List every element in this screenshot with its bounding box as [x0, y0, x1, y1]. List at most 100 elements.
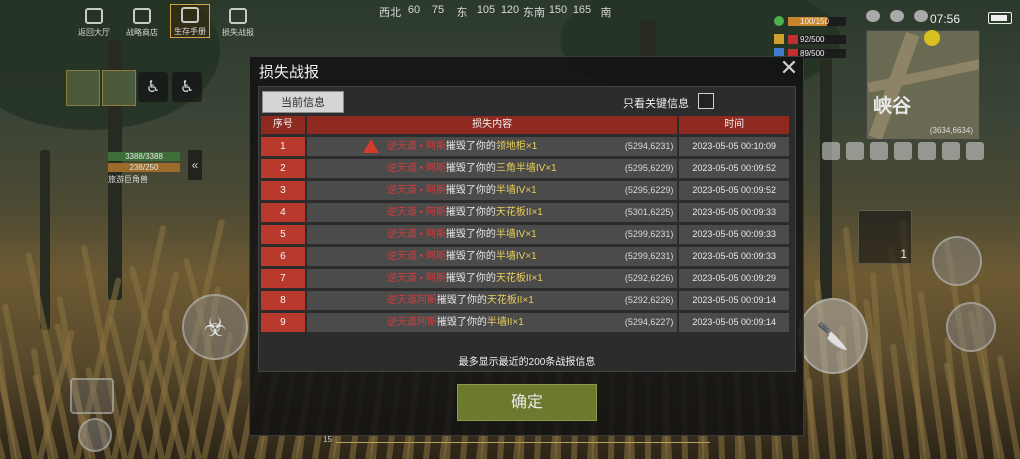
nav-loss-report[interactable]: 损失战报: [218, 4, 258, 38]
compass-mark: 东南: [523, 7, 545, 19]
row-coordinates: (5294,6231): [624, 141, 674, 151]
vehicle-icon[interactable]: [78, 418, 112, 452]
row-coordinates: (5301,6225): [624, 207, 674, 217]
row-content: 逆天道 • 阿斯摧毁了你的半墙IV×1 (5295,6229): [306, 181, 678, 200]
compass-mark: 150: [548, 4, 568, 16]
header-time: 时间: [679, 116, 789, 134]
nav-strategy-shop[interactable]: 战略商店: [122, 4, 162, 38]
row-coordinates: (5292,6226): [624, 295, 674, 305]
gear-icon[interactable]: [966, 142, 984, 160]
status-icon: [866, 10, 880, 22]
compass-mark: 南: [600, 7, 612, 19]
filter-key-info-label: 只看关键信息: [623, 98, 689, 110]
prone-icon[interactable]: [946, 302, 996, 352]
status-icon: [890, 10, 904, 22]
accessibility-icon[interactable]: ♿: [138, 72, 168, 102]
nav-survival-manual[interactable]: 生存手册: [170, 4, 210, 38]
house-icon: [85, 8, 103, 24]
header-no: 序号: [261, 116, 305, 134]
table-row: 6 逆天道 • 阿斯摧毁了你的半墙IV×1 (5299,6231) 2023-05-0…: [261, 247, 791, 266]
flag-icon[interactable]: [870, 142, 888, 160]
minimap[interactable]: 峡谷 (3634,6634): [866, 30, 980, 140]
collapse-button[interactable]: «: [188, 150, 202, 180]
confirm-button[interactable]: 确定: [457, 384, 597, 421]
table-row: 5 逆天道 • 阿斯摧毁了你的半墙IV×1 (5299,6231) 2023-05-0…: [261, 225, 791, 244]
row-coordinates: (5295,6229): [624, 185, 674, 195]
action-text: 摧毁了你的: [445, 163, 496, 174]
knife-icon[interactable]: 🔪: [798, 298, 868, 374]
hp-bar: 3388/3388: [108, 152, 180, 161]
map-road: [867, 59, 979, 93]
tab-current-info[interactable]: 当前信息: [262, 91, 344, 113]
xp-bar: [336, 442, 710, 443]
row-coordinates: (5299,6231): [624, 251, 674, 261]
shop-icon: [133, 8, 151, 24]
chat-icon[interactable]: [894, 142, 912, 160]
row-index: 5: [261, 225, 305, 244]
row-message: 逆天道 • 阿斯摧毁了你的天花板II×1: [387, 203, 543, 222]
compass-bar: 西北 60 75 东 105 120 东南 150 165 南: [378, 4, 618, 20]
quick-controls: [822, 142, 984, 160]
close-icon[interactable]: ✕: [778, 57, 800, 80]
attacker-name: 逆天道 • 阿斯: [386, 185, 446, 196]
settings-icon[interactable]: [822, 142, 840, 160]
nav-label: 返回大厅: [78, 28, 110, 37]
item-name: 半墙IV×1: [495, 229, 537, 240]
compass-mark: 东: [456, 7, 468, 19]
row-message: 逆天道 • 阿斯摧毁了你的半墙IV×1: [387, 225, 537, 244]
table-row: 4 逆天道 • 阿斯摧毁了你的天花板II×1 (5301,6225) 2023-05-…: [261, 203, 791, 222]
action-text: 摧毁了你的: [436, 295, 487, 306]
whistle-icon[interactable]: [70, 378, 114, 414]
compass-mark: 60: [407, 4, 421, 16]
tent-icon[interactable]: [942, 142, 960, 160]
action-text: 摧毁了你的: [445, 251, 496, 262]
warning-icon: [362, 139, 379, 153]
stamina-bar: 238/250: [108, 163, 180, 172]
item-name: 领地柜×1: [495, 141, 538, 152]
pill-icon[interactable]: [846, 142, 864, 160]
avatar[interactable]: [66, 70, 100, 106]
nav-return-lobby[interactable]: 返回大厅: [74, 4, 114, 38]
row-content: 逆天道 • 阿斯摧毁了你的半墙IV×1 (5299,6231): [306, 225, 678, 244]
weapon-count: 1: [900, 247, 907, 261]
row-time: 2023-05-05 00:09:33: [679, 225, 789, 244]
action-text: 摧毁了你的: [445, 141, 496, 152]
compass-mark: 105: [476, 4, 496, 16]
nav-label: 损失战报: [222, 28, 254, 37]
item-name: 天花板II×1: [495, 207, 543, 218]
crouch-icon[interactable]: [932, 236, 982, 286]
vehicle-icon[interactable]: [918, 142, 936, 160]
row-index: 1: [261, 137, 305, 156]
attacker-name: 逆天道 • 阿斯: [386, 229, 446, 240]
row-time: 2023-05-05 00:09:14: [679, 291, 789, 310]
table-row: 9 逆天道阿斯摧毁了你的半墙II×1 (5294,6227) 2023-05-05 0…: [261, 313, 791, 332]
weapon-slot[interactable]: 1: [858, 210, 912, 264]
row-content: 逆天道 • 阿斯摧毁了你的领地柜×1 (5294,6231): [306, 137, 678, 156]
status-icons: [866, 10, 928, 22]
water-stat: 92/500: [774, 34, 846, 44]
row-message: 逆天道 • 阿斯摧毁了你的三角半墙IV×1: [387, 159, 557, 178]
tree-trunk: [820, 60, 832, 300]
row-index: 9: [261, 313, 305, 332]
radiation-icon: [924, 30, 940, 46]
filter-key-info-checkbox[interactable]: [698, 93, 714, 109]
action-text: 摧毁了你的: [445, 273, 496, 284]
accessibility-icon[interactable]: ♿: [172, 72, 202, 102]
book-icon: [181, 7, 199, 23]
row-message: 逆天道 • 阿斯摧毁了你的半墙IV×1: [387, 181, 537, 200]
player-name: 旅游巨角兽: [108, 175, 148, 184]
map-region-label: 峡谷: [873, 96, 912, 117]
heart-icon: [774, 16, 784, 26]
action-text: 摧毁了你的: [445, 229, 496, 240]
item-name: 半墙II×1: [486, 317, 524, 328]
teammate-avatar[interactable]: [102, 70, 136, 106]
biohazard-icon[interactable]: ☣: [182, 294, 248, 360]
row-content: 逆天道 • 阿斯摧毁了你的半墙IV×1 (5299,6231): [306, 247, 678, 266]
water-value: 92/500: [800, 34, 825, 44]
table-row: 3 逆天道 • 阿斯摧毁了你的半墙IV×1 (5295,6229) 2023-05-0…: [261, 181, 791, 200]
item-name: 天花板II×1: [495, 273, 543, 284]
row-content: 逆天道 • 阿斯摧毁了你的天花板II×1 (5292,6226): [306, 269, 678, 288]
row-coordinates: (5292,6226): [624, 273, 674, 283]
row-index: 3: [261, 181, 305, 200]
food-stat: 100/150: [774, 16, 846, 26]
